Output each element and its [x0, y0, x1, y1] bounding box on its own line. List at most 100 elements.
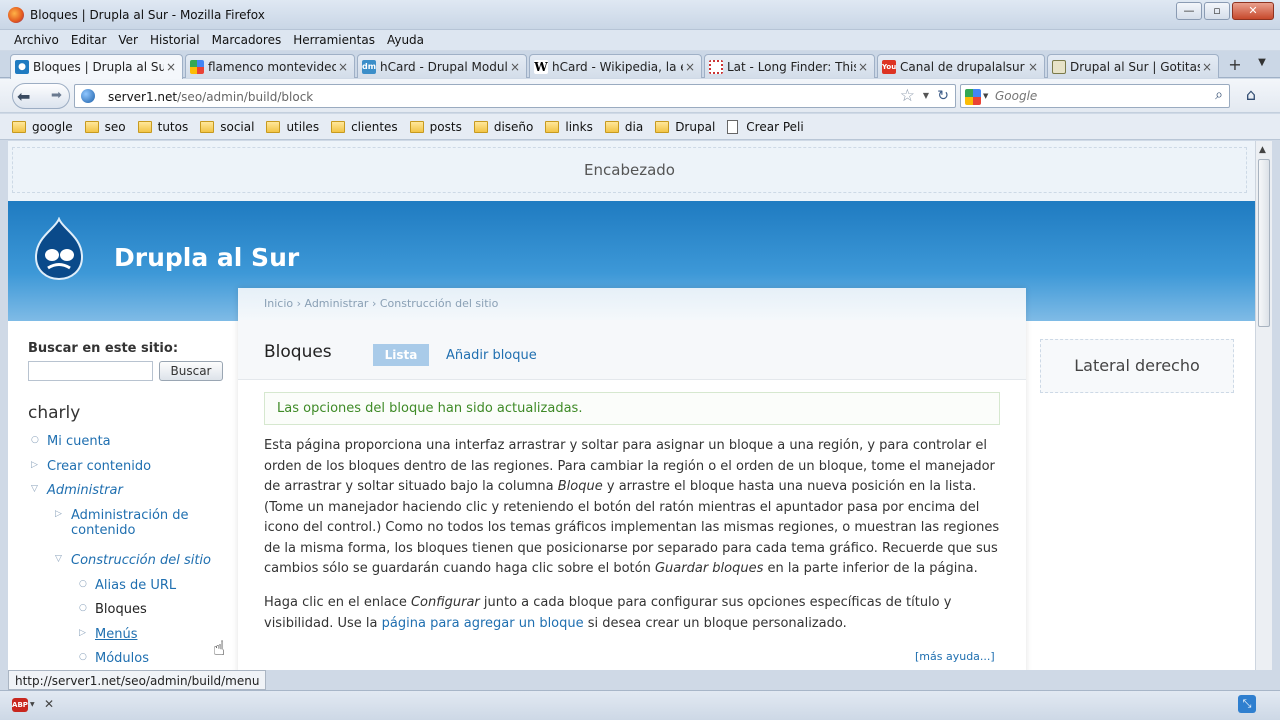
window-title: Bloques | Drupla al Sur - Mozilla Firefo… — [30, 8, 265, 22]
bookmark-utiles[interactable]: utiles — [266, 120, 319, 134]
search-bar[interactable]: ▼ ⌕ — [960, 84, 1230, 108]
right-sidebar-region: Lateral derecho — [1040, 339, 1234, 393]
bullet-circle-icon: ○ — [79, 603, 87, 613]
bookmark-crear-peli[interactable]: Crear Peli — [727, 119, 804, 134]
tab-latlong[interactable]: Lat - Long Finder: This... × — [704, 54, 875, 78]
folder-icon — [655, 120, 670, 133]
menu-archivo[interactable]: Archivo — [8, 30, 65, 50]
url-text[interactable]: server1.net/seo/admin/build/block — [108, 90, 313, 104]
add-block-page-link[interactable]: página para agregar un bloque — [382, 616, 584, 631]
main-content: Inicio › Administrar › Construcción del … — [238, 288, 1026, 670]
tab-youtube[interactable]: You Canal de drupalalsur - ... × — [877, 54, 1045, 78]
tab-label: flamenco montevideo ... — [208, 59, 336, 74]
bookmark-tutos[interactable]: tutos — [137, 120, 188, 134]
page-viewport: Encabezado Drupla al Sur Buscar en este … — [8, 141, 1255, 670]
nav-mi-cuenta[interactable]: ○ Mi cuenta — [31, 434, 111, 449]
nav-bloques-active[interactable]: ○ Bloques — [79, 602, 147, 617]
minimize-button[interactable]: — — [1176, 2, 1202, 20]
nav-administrar[interactable]: ▽ Administrar — [31, 483, 123, 498]
breadcrumb[interactable]: Inicio › Administrar › Construcción del … — [238, 288, 1026, 320]
tab-label: Lat - Long Finder: This... — [727, 59, 856, 74]
tab-gotitas[interactable]: Drupal al Sur | Gotitas ... × — [1047, 54, 1219, 78]
bookmark-diseno[interactable]: diseño — [473, 120, 533, 134]
tab-hcard-wikipedia[interactable]: W hCard - Wikipedia, la e... × — [529, 54, 702, 78]
bookmark-google[interactable]: google — [12, 120, 73, 134]
engine-dropdown-icon[interactable]: ▼ — [983, 92, 988, 100]
bookmark-seo[interactable]: seo — [84, 120, 126, 134]
home-icon[interactable]: ⌂ — [1238, 84, 1264, 108]
tab-bloques[interactable]: ● Bloques | Drupla al Sur × — [10, 54, 183, 79]
adblock-dropdown-icon[interactable]: ▼ — [30, 701, 35, 708]
title-row: Bloques Lista Añadir bloque — [238, 320, 1026, 380]
collapsed-triangle-icon: ▷ — [79, 628, 86, 638]
nav-crear-contenido[interactable]: ▷ Crear contenido — [31, 459, 151, 474]
close-tab-icon[interactable]: × — [336, 60, 350, 74]
drupal-favicon-icon — [1052, 59, 1066, 74]
more-help-link[interactable]: [más ayuda...] — [915, 650, 995, 663]
back-arrow-icon[interactable]: ⬅ — [17, 87, 30, 106]
tab-flamenco[interactable]: flamenco montevideo ... × — [185, 54, 355, 78]
url-bar[interactable]: server1.net/seo/admin/build/block ☆ ▼ ↻ — [74, 84, 956, 108]
folder-icon — [200, 120, 215, 133]
firefox-icon[interactable] — [8, 7, 24, 23]
drupal-logo-icon[interactable] — [30, 217, 88, 281]
close-tab-icon[interactable]: × — [856, 60, 870, 74]
tab-hcard-drupal[interactable]: dm hCard - Drupal Modul... × — [357, 54, 527, 78]
maximize-button[interactable]: ▫ — [1204, 2, 1230, 20]
menu-historial[interactable]: Historial — [144, 30, 206, 50]
status-message: Las opciones del bloque han sido actuali… — [264, 392, 1000, 425]
resize-grip-icon[interactable]: ⤡ — [1238, 695, 1256, 713]
bookmark-dia[interactable]: dia — [604, 120, 643, 134]
menu-herramientas[interactable]: Herramientas — [287, 30, 381, 50]
bookmark-social[interactable]: social — [200, 120, 254, 134]
history-dropdown-icon[interactable]: ▼ — [923, 91, 929, 100]
search-button[interactable]: Buscar — [159, 361, 223, 381]
site-identity-icon[interactable] — [81, 89, 95, 103]
close-tab-icon[interactable]: × — [508, 60, 522, 74]
menu-marcadores[interactable]: Marcadores — [206, 30, 288, 50]
scroll-up-icon[interactable]: ▲ — [1259, 145, 1266, 155]
menubar: Archivo Editar Ver Historial Marcadores … — [0, 30, 1280, 50]
bullet-circle-icon: ○ — [79, 652, 87, 662]
close-window-button[interactable]: ✕ — [1232, 2, 1274, 20]
menu-editar[interactable]: Editar — [65, 30, 113, 50]
nav-modulos[interactable]: ○ Módulos — [79, 651, 149, 666]
nav-alias-url[interactable]: ○ Alias de URL — [79, 578, 176, 593]
search-input[interactable] — [995, 88, 1195, 104]
new-tab-button[interactable]: + — [1222, 54, 1248, 78]
bookmark-posts[interactable]: posts — [409, 120, 462, 134]
nav-admin-contenido[interactable]: ▷ Administración de contenido — [55, 508, 189, 538]
scrollbar-thumb[interactable] — [1258, 159, 1270, 327]
list-all-tabs-icon[interactable]: ▼ — [1252, 57, 1272, 77]
latlong-favicon-icon — [709, 59, 723, 74]
close-addon-bar-icon[interactable]: ✕ — [44, 697, 54, 711]
close-tab-icon[interactable]: × — [164, 60, 178, 74]
close-tab-icon[interactable]: × — [1200, 60, 1214, 74]
menu-ayuda[interactable]: Ayuda — [381, 30, 430, 50]
site-search-input[interactable] — [28, 361, 153, 381]
reload-icon[interactable]: ↻ — [937, 88, 949, 104]
forward-arrow-icon[interactable]: ➡ — [51, 88, 62, 103]
google-engine-icon[interactable] — [965, 89, 981, 105]
site-name[interactable]: Drupla al Sur — [114, 243, 299, 272]
back-forward-group: ⬅ ➡ — [12, 83, 70, 109]
bookmark-clientes[interactable]: clientes — [331, 120, 398, 134]
adblock-plus-icon[interactable]: ABP — [12, 698, 28, 712]
close-tab-icon[interactable]: × — [1026, 60, 1040, 74]
bookmark-star-icon[interactable]: ☆ — [900, 86, 915, 106]
collapsed-triangle-icon: ▷ — [31, 460, 38, 470]
close-tab-icon[interactable]: × — [683, 60, 697, 74]
wikipedia-favicon-icon: W — [534, 59, 548, 74]
tab-anadir-bloque[interactable]: Añadir bloque — [446, 348, 537, 363]
folder-icon — [266, 120, 281, 133]
tab-lista[interactable]: Lista — [373, 344, 429, 366]
search-icon[interactable]: ⌕ — [1215, 87, 1223, 103]
bookmark-drupal[interactable]: Drupal — [655, 120, 715, 134]
collapsed-triangle-icon: ▷ — [55, 509, 62, 519]
tab-label: hCard - Wikipedia, la e... — [552, 59, 683, 74]
nav-menus[interactable]: ▷ Menús — [79, 627, 137, 642]
nav-construccion[interactable]: ▽ Construcción del sitio — [55, 553, 211, 568]
menu-ver[interactable]: Ver — [112, 30, 144, 50]
vertical-scrollbar[interactable]: ▲ — [1255, 141, 1272, 670]
bookmark-links[interactable]: links — [545, 120, 593, 134]
